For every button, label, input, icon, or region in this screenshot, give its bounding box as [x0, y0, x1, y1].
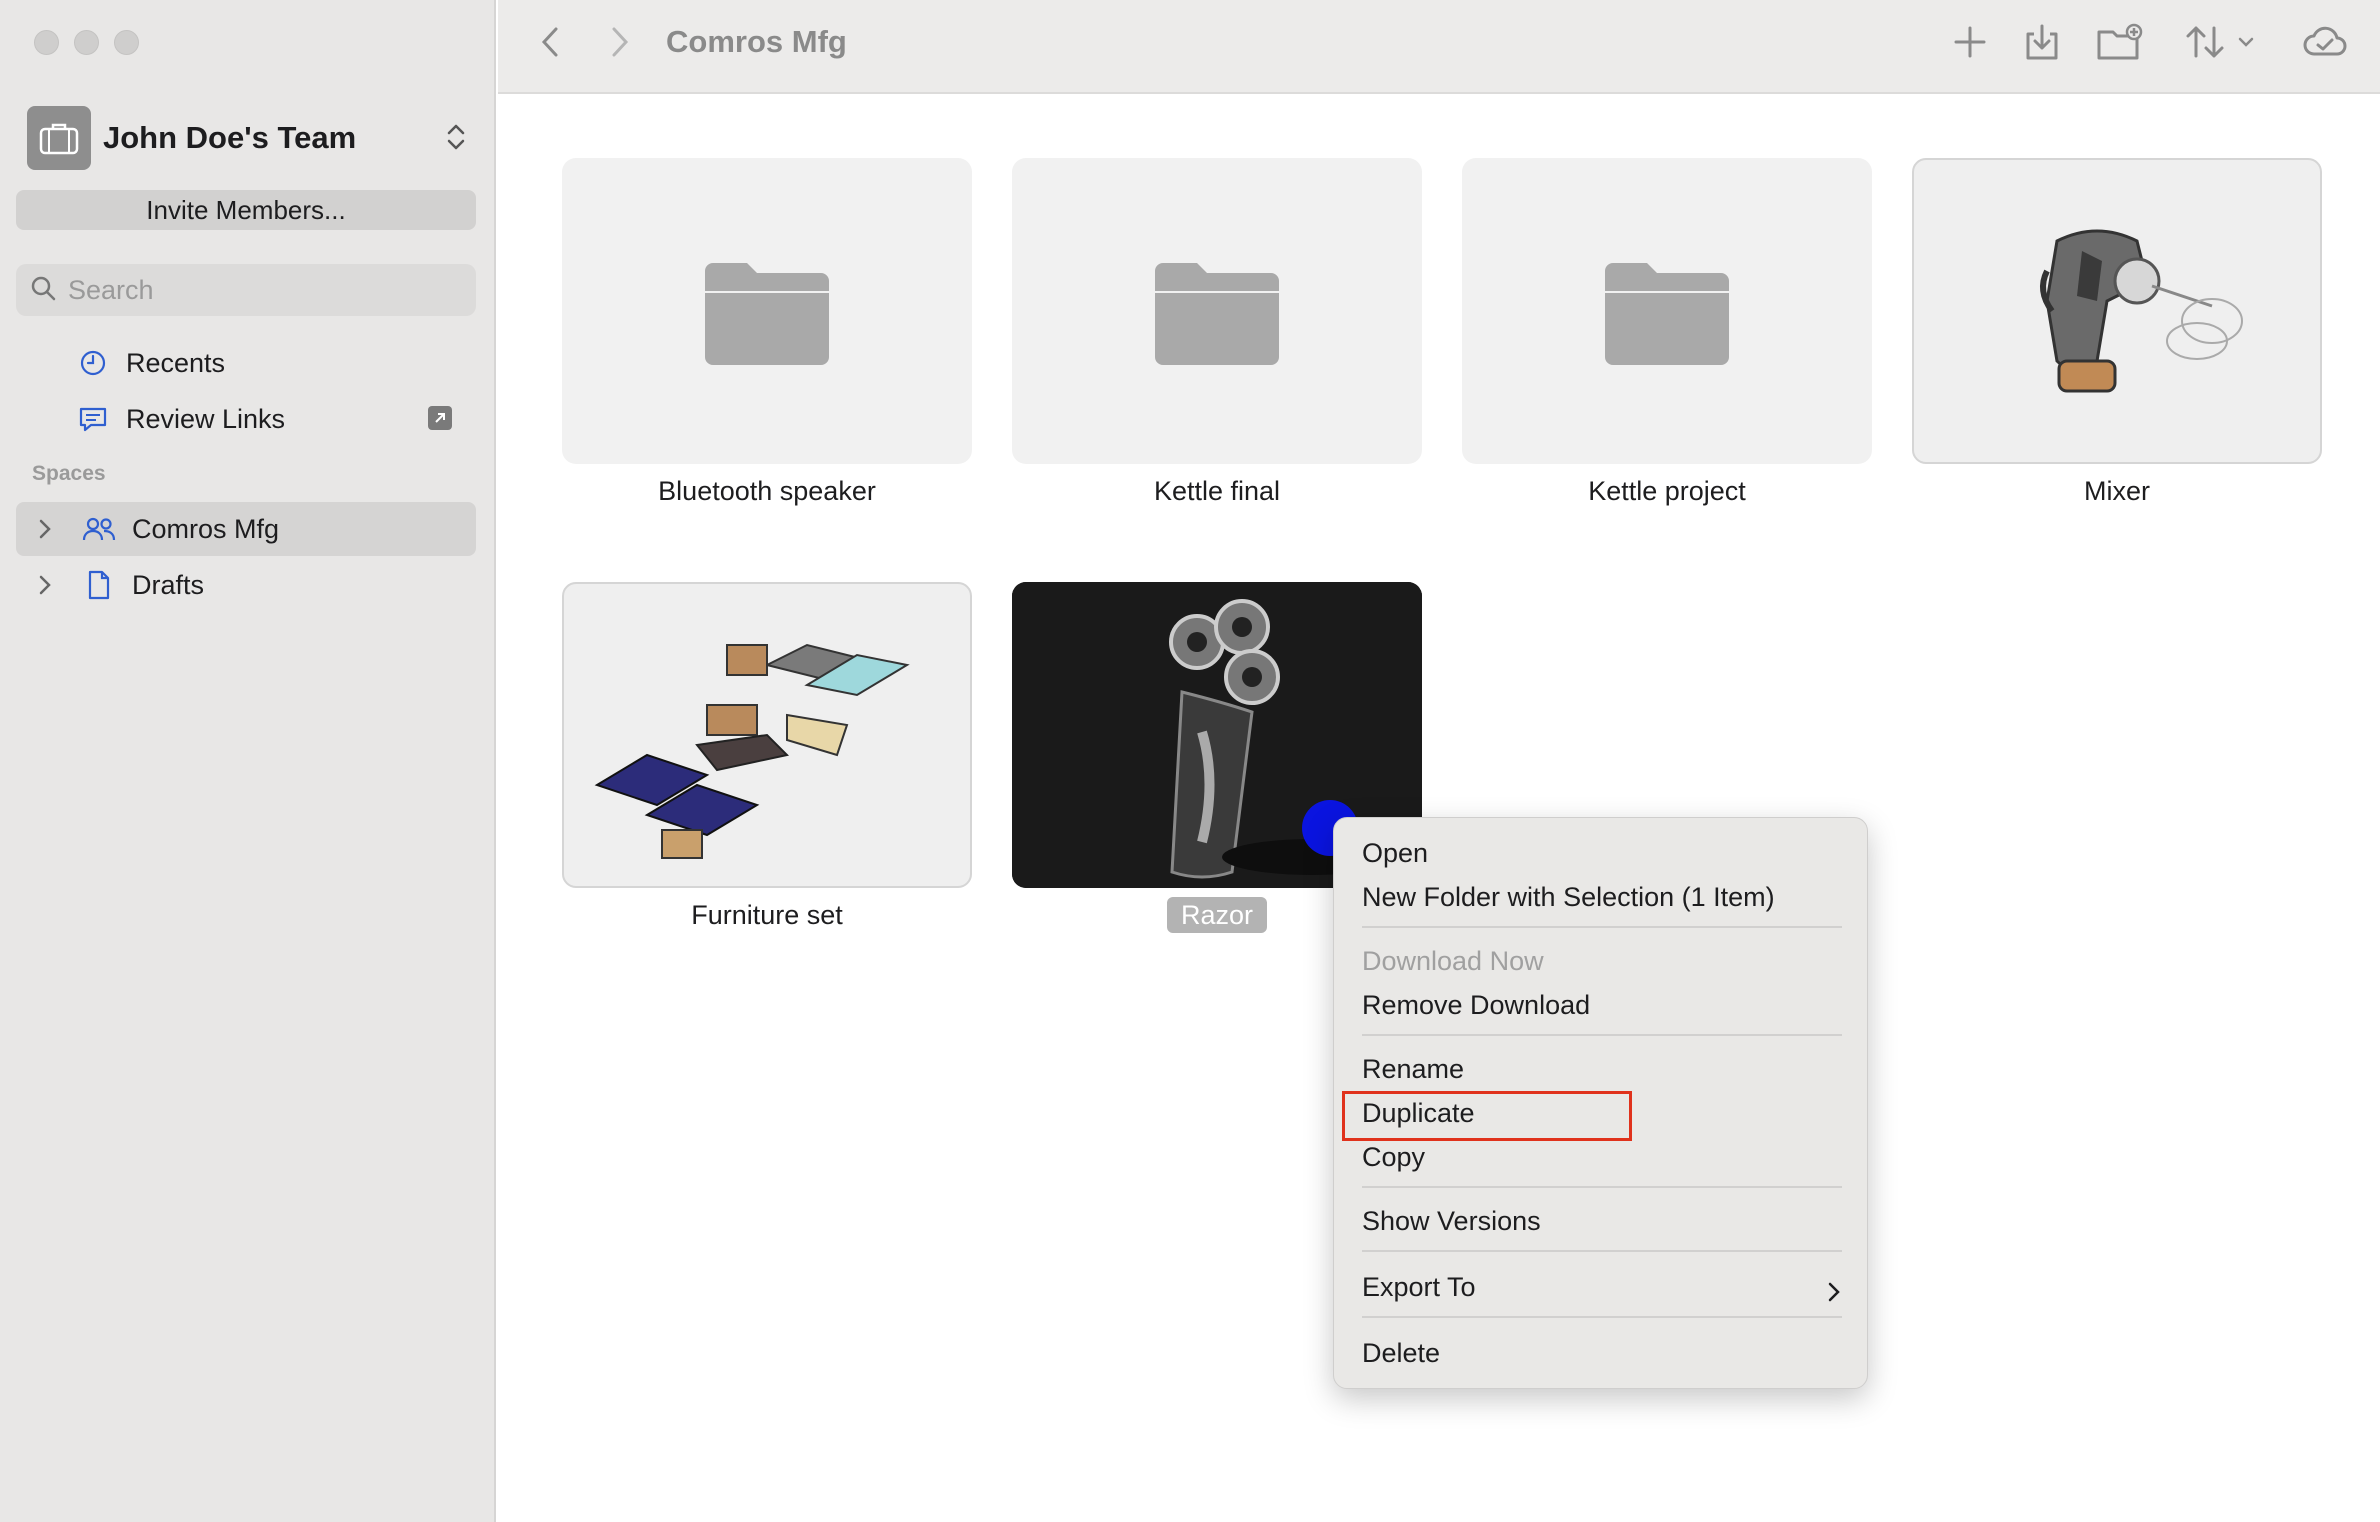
chevron-right-icon[interactable]	[38, 518, 60, 540]
folder-icon	[1605, 263, 1729, 365]
message-icon	[76, 402, 110, 436]
search-icon	[30, 275, 56, 306]
sidebar-item-label: Review Links	[126, 403, 286, 434]
tile-label: Kettle final	[1153, 476, 1281, 506]
mixer-thumbnail	[1912, 158, 2322, 464]
folder-tile-bluetooth-speaker[interactable]: Bluetooth speaker	[562, 158, 972, 507]
sidebar: John Doe's Team Invite Members... Recent…	[0, 0, 496, 1522]
menu-item-copy[interactable]: Copy	[1362, 1142, 1425, 1173]
folder-title: Comros Mfg	[666, 24, 847, 59]
team-switcher[interactable]: John Doe's Team	[27, 106, 467, 170]
file-tile-furniture-set[interactable]: Furniture set	[562, 582, 972, 931]
close-window-button[interactable]	[34, 30, 59, 55]
folder-icon	[1155, 263, 1279, 365]
furniture-set-image	[594, 643, 910, 859]
menu-separator	[1362, 1034, 1842, 1036]
menu-item-open[interactable]: Open	[1362, 838, 1428, 869]
cloud-icon[interactable]	[2302, 22, 2348, 67]
forward-button[interactable]	[608, 24, 632, 65]
chevron-up-down-icon	[445, 120, 467, 159]
menu-item-export-to[interactable]: Export To	[1362, 1272, 1476, 1303]
furniture-thumbnail	[562, 582, 972, 888]
toolbar: Comros Mfg	[498, 0, 2380, 94]
sidebar-item-comros-mfg[interactable]: Comros Mfg	[16, 502, 476, 556]
hand-mixer-image	[2040, 229, 2243, 393]
download-icon[interactable]	[2024, 22, 2060, 67]
team-name: John Doe's Team	[103, 120, 357, 155]
folder-thumbnail	[1462, 158, 1872, 464]
spaces-section-header: Spaces	[32, 462, 106, 485]
tile-label: Kettle project	[1588, 476, 1746, 506]
tile-label: Bluetooth speaker	[658, 476, 876, 506]
menu-separator	[1362, 926, 1842, 928]
sidebar-item-label: Drafts	[132, 569, 205, 600]
sidebar-item-label: Comros Mfg	[132, 513, 280, 544]
sidebar-item-label: Recents	[126, 347, 226, 378]
document-icon	[82, 568, 116, 602]
sidebar-item-drafts[interactable]: Drafts	[16, 558, 476, 612]
people-icon	[82, 512, 116, 546]
external-link-icon[interactable]	[428, 406, 452, 430]
new-folder-icon[interactable]	[2096, 22, 2144, 67]
minimize-window-button[interactable]	[74, 30, 99, 55]
folder-thumbnail	[562, 158, 972, 464]
file-tile-mixer[interactable]: Mixer	[1912, 158, 2322, 507]
sidebar-item-review-links[interactable]: Review Links	[16, 392, 476, 446]
chevron-right-icon[interactable]	[38, 574, 60, 596]
briefcase-icon	[27, 106, 91, 170]
window-controls	[34, 30, 139, 55]
search-input[interactable]	[68, 274, 448, 306]
tile-label: Mixer	[2084, 476, 2150, 506]
menu-item-download-now: Download Now	[1362, 946, 1544, 976]
search-field[interactable]	[16, 264, 476, 316]
menu-item-new-folder-with-selection[interactable]: New Folder with Selection (1 Item)	[1362, 882, 1775, 913]
clock-icon	[76, 346, 110, 380]
menu-separator	[1362, 1316, 1842, 1318]
menu-item-remove-download[interactable]: Remove Download	[1362, 990, 1590, 1021]
menu-item-show-versions[interactable]: Show Versions	[1362, 1206, 1541, 1237]
selected-label-text: Razor	[1166, 897, 1268, 933]
zoom-window-button[interactable]	[114, 30, 139, 55]
menu-item-rename[interactable]: Rename	[1362, 1054, 1464, 1085]
chevron-right-icon	[1827, 1280, 1841, 1309]
sort-icon[interactable]	[2184, 22, 2260, 67]
menu-item-duplicate[interactable]: Duplicate	[1362, 1098, 1475, 1129]
folder-thumbnail	[1012, 158, 1422, 464]
invite-members-button[interactable]: Invite Members...	[16, 190, 476, 230]
menu-separator	[1362, 1250, 1842, 1252]
sidebar-item-recents[interactable]: Recents	[16, 336, 476, 390]
back-button[interactable]	[538, 24, 562, 65]
menu-separator	[1362, 1186, 1842, 1188]
folder-tile-kettle-project[interactable]: Kettle project	[1462, 158, 1872, 507]
folder-tile-kettle-final[interactable]: Kettle final	[1012, 158, 1422, 507]
folder-icon	[705, 263, 829, 365]
tile-label: Furniture set	[691, 900, 843, 930]
menu-item-delete[interactable]: Delete	[1362, 1338, 1440, 1369]
add-button[interactable]	[1950, 22, 1990, 67]
context-menu: Open New Folder with Selection (1 Item) …	[1333, 817, 1868, 1389]
